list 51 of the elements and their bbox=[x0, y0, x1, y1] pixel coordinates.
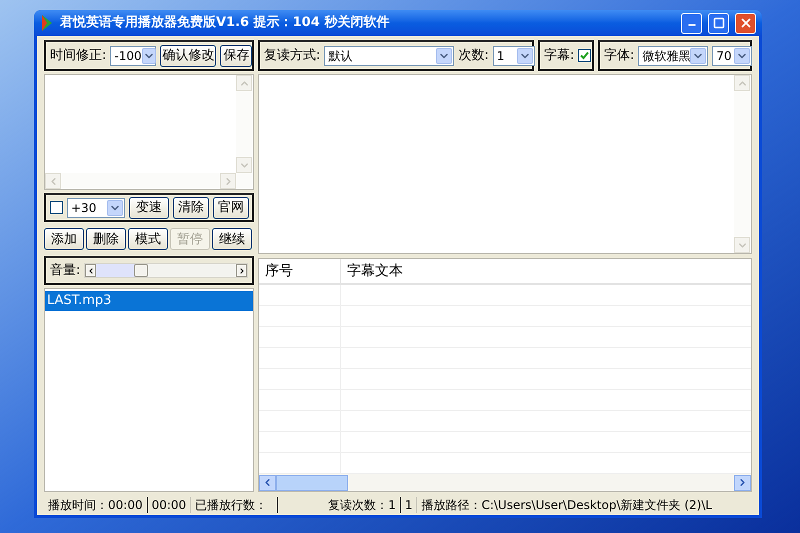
status-text: 播放路径：C:\Users\User\Desktop\新建文件夹 (2)\L bbox=[420, 497, 714, 514]
status-text: 00:00 bbox=[150, 497, 188, 514]
maximize-button[interactable] bbox=[708, 12, 729, 34]
push-button[interactable]: 继续 bbox=[212, 228, 252, 250]
dropdown-value: 70 bbox=[715, 48, 733, 64]
push-button[interactable]: 保存 bbox=[220, 44, 252, 66]
push-button[interactable]: 变速 bbox=[129, 196, 169, 218]
push-button[interactable]: 添加 bbox=[44, 228, 84, 250]
maximize-icon bbox=[712, 17, 724, 29]
dropdown-field[interactable]: 70 bbox=[712, 46, 752, 66]
volume-slider[interactable] bbox=[84, 263, 248, 278]
push-button[interactable]: 删除 bbox=[86, 228, 126, 250]
column-header[interactable]: 字幕文本 bbox=[341, 259, 751, 283]
push-button[interactable]: 清除 bbox=[173, 196, 209, 218]
status-text: 播放时间：00:00 bbox=[47, 497, 144, 514]
dropdown-field[interactable]: -100 bbox=[110, 46, 156, 66]
horizontal-scrollbar[interactable] bbox=[259, 474, 751, 491]
field-label: 次数: bbox=[458, 46, 489, 65]
check-icon bbox=[580, 51, 590, 60]
scroll-thumb[interactable] bbox=[276, 474, 348, 490]
field-label: 音量: bbox=[50, 262, 80, 280]
close-icon bbox=[738, 16, 752, 30]
slider-thumb[interactable] bbox=[134, 264, 148, 277]
dropdown-value: -100 bbox=[113, 48, 142, 64]
field-label: 时间修正: bbox=[50, 46, 106, 65]
dropdown-value: +30 bbox=[70, 200, 98, 216]
dropdown-field[interactable]: +30 bbox=[67, 198, 125, 218]
app-logo-icon bbox=[40, 14, 54, 32]
dropdown-value: 默认 bbox=[327, 48, 354, 64]
file-list-item[interactable]: LAST.mp3 bbox=[45, 291, 253, 311]
checkbox[interactable] bbox=[50, 201, 63, 214]
minimize-button[interactable] bbox=[681, 12, 702, 34]
dropdown-field[interactable]: 默认 bbox=[324, 46, 454, 66]
status-text: 复读次数：1 bbox=[327, 497, 397, 514]
dropdown-field[interactable]: 微软雅黑 bbox=[638, 46, 708, 66]
file-list[interactable]: LAST.mp3 bbox=[44, 288, 254, 492]
field-label: 字体: bbox=[604, 46, 634, 65]
window-title: 君悦英语专用播放器免费版V1.6 提示：104 秒关闭软件 bbox=[60, 14, 390, 32]
status-text: 已播放行数： bbox=[194, 497, 268, 514]
dropdown-value: 1 bbox=[496, 48, 506, 64]
status-text: 1 bbox=[404, 497, 414, 514]
push-button[interactable]: 官网 bbox=[213, 196, 249, 218]
push-button[interactable]: 确认修改 bbox=[160, 44, 216, 66]
dropdown-value: 微软雅黑 bbox=[641, 48, 690, 64]
field-label: 字幕: bbox=[544, 46, 574, 65]
close-button[interactable] bbox=[735, 12, 756, 34]
checkbox[interactable] bbox=[578, 49, 592, 62]
field-label: 复读方式: bbox=[264, 46, 320, 65]
column-header[interactable]: 序号 bbox=[259, 259, 341, 283]
dropdown-field[interactable]: 1 bbox=[492, 46, 535, 66]
push-button[interactable]: 模式 bbox=[128, 228, 168, 250]
